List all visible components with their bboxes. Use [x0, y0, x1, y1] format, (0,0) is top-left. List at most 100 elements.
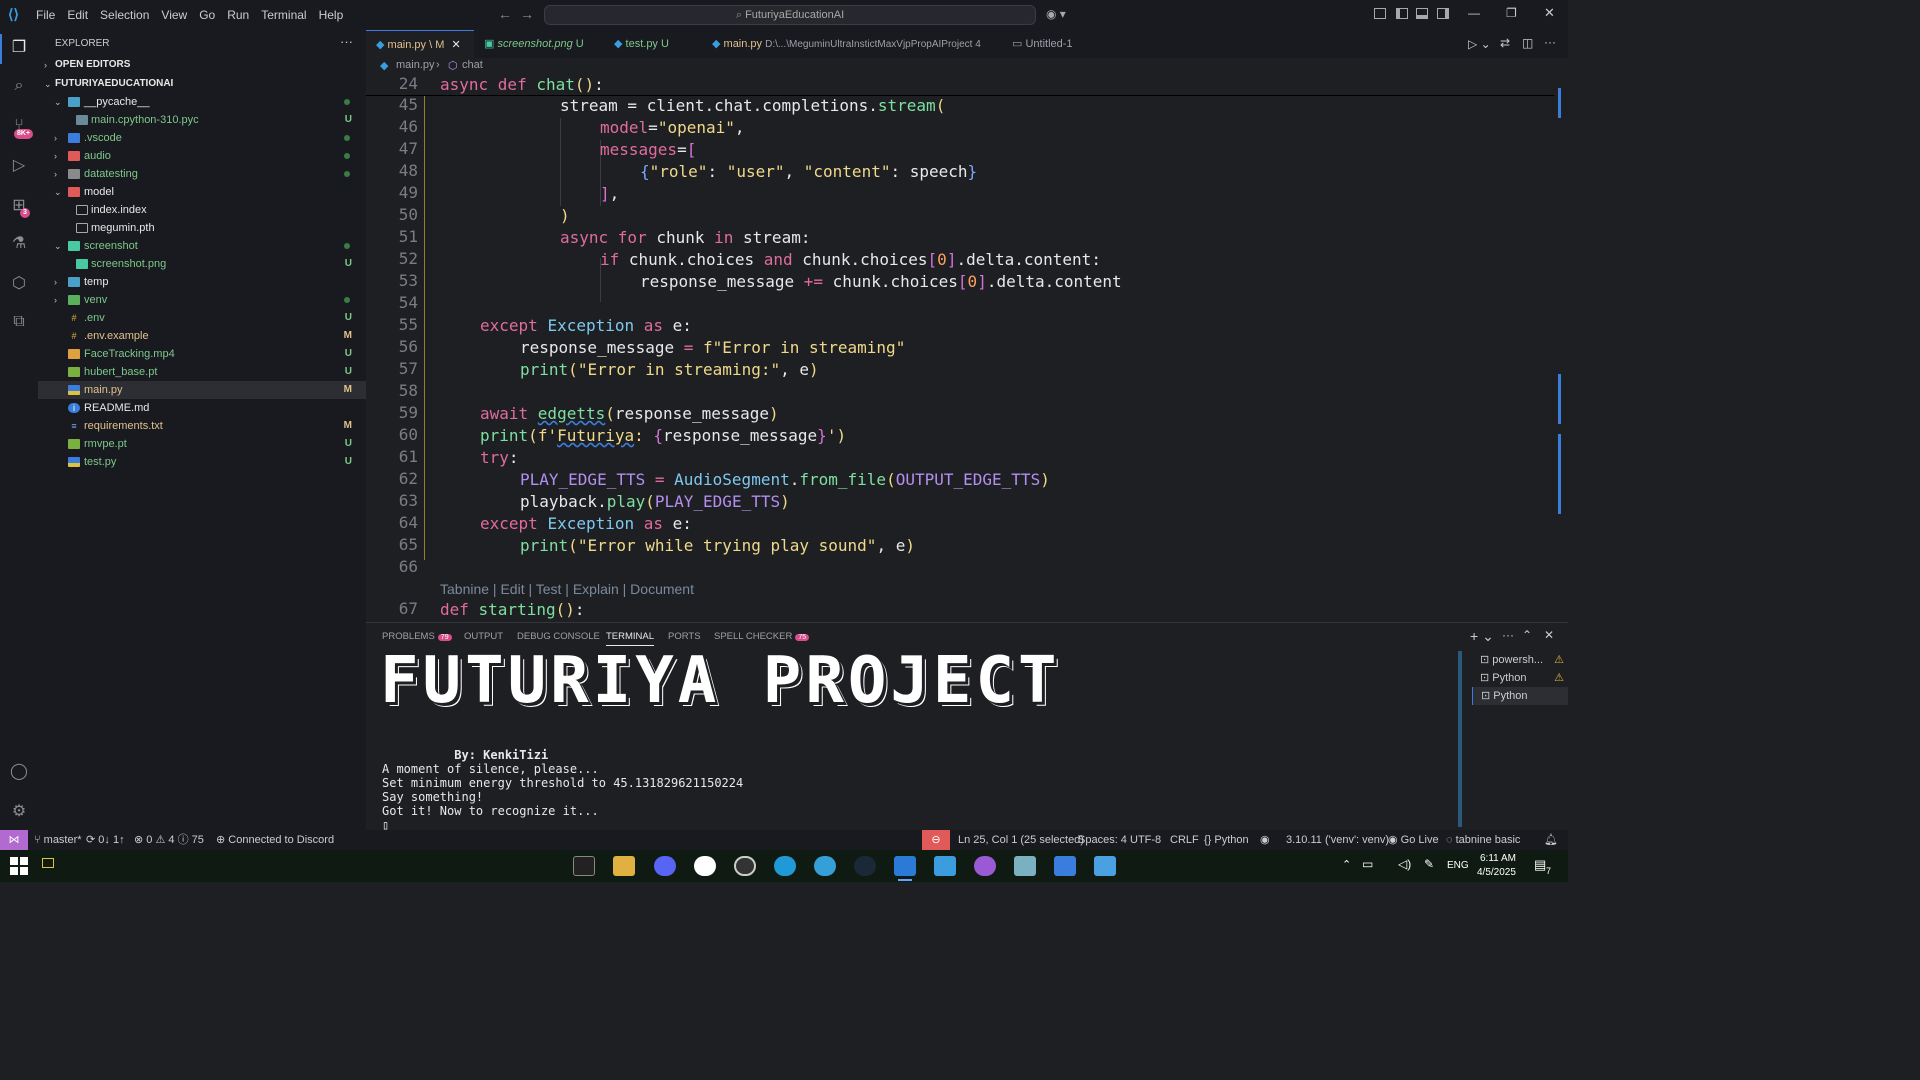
forward-arrow-icon[interactable]: → — [520, 6, 534, 22]
menu-go[interactable]: Go — [193, 0, 221, 30]
python-interpreter[interactable]: 3.10.11 ('venv': venv) — [1286, 830, 1389, 850]
tray-chevron-icon[interactable]: ⌃ — [1342, 858, 1351, 871]
copilot-status-icon[interactable]: ◉ — [1260, 830, 1270, 850]
clock-date[interactable]: 4/5/2025 — [1477, 867, 1516, 878]
command-center-search[interactable]: ⌕ FuturiyaEducationAI — [544, 5, 1036, 25]
tree-folder-audio[interactable]: › audio — [38, 147, 366, 165]
remote-desktop-icon[interactable] — [1054, 856, 1076, 876]
indentation[interactable]: Spaces: 4 — [1078, 830, 1127, 850]
tree-file-screenshot-png[interactable]: screenshot.png U — [38, 255, 366, 273]
code-editor[interactable]: 24 async def chat(): 45 stream = client.… — [366, 74, 1568, 622]
pen-icon[interactable]: ✎ — [1424, 857, 1434, 871]
testing-flask-icon[interactable]: ⚗ — [9, 234, 29, 254]
edge-beta-icon[interactable] — [814, 856, 836, 876]
accounts-icon[interactable]: ◯ — [9, 762, 29, 782]
toggle-secondary-layout-icon[interactable] — [1396, 8, 1408, 19]
terminal-scrollbar[interactable] — [1458, 651, 1462, 827]
terminal-app-icon[interactable] — [573, 856, 595, 876]
language-mode[interactable]: {} Python — [1204, 830, 1249, 850]
new-terminal-icon[interactable]: + ⌄ — [1470, 628, 1494, 645]
windows-start-icon[interactable] — [10, 857, 28, 875]
chat-app-icon[interactable] — [694, 856, 716, 876]
remote-indicator[interactable]: ⋈ — [0, 830, 28, 850]
tab-test-py[interactable]: ◆ test.py U — [604, 30, 696, 58]
taskbar-widget-icon[interactable] — [42, 858, 54, 868]
tree-file-main-py[interactable]: main.py M — [38, 381, 366, 399]
compare-changes-icon[interactable]: ⇄ — [1500, 36, 1510, 50]
search-icon[interactable]: ⌕ — [9, 76, 29, 96]
close-panel-icon[interactable]: ✕ — [1544, 628, 1554, 642]
tab-debug-console[interactable]: DEBUG CONSOLE — [517, 631, 600, 642]
line-ending[interactable]: CRLF — [1170, 830, 1199, 850]
layout-blocks-icon[interactable]: ⧉ — [9, 312, 29, 332]
more-actions-icon[interactable]: ··· — [1544, 35, 1556, 49]
git-branch[interactable]: ⑂ master* — [34, 830, 82, 850]
tab-terminal[interactable]: TERMINAL — [606, 631, 655, 646]
tree-file-requirements[interactable]: ≡ requirements.txt M — [38, 417, 366, 435]
tree-folder-pycache[interactable]: ⌄ __pycache__ — [38, 93, 366, 111]
tree-file-facetracking[interactable]: FaceTracking.mp4 U — [38, 345, 366, 363]
terminal-item-python[interactable]: ⊡ Python ⚠ — [1472, 669, 1568, 687]
edge-browser-icon[interactable] — [774, 856, 796, 876]
tree-file-hubert[interactable]: hubert_base.pt U — [38, 363, 366, 381]
minimize-window-icon[interactable]: — — [1468, 6, 1480, 20]
discord-status[interactable]: ⊕ Connected to Discord — [216, 830, 334, 850]
tree-folder-vscode[interactable]: › .vscode — [38, 129, 366, 147]
go-live[interactable]: ◉ Go Live — [1388, 830, 1439, 850]
tab-untitled[interactable]: ▭ Untitled-1 — [1002, 30, 1102, 58]
restore-window-icon[interactable]: ❐ — [1506, 6, 1517, 20]
close-window-icon[interactable]: ✕ — [1544, 5, 1555, 21]
menu-edit[interactable]: Edit — [61, 0, 94, 30]
crystal-app-icon[interactable] — [974, 856, 996, 876]
breadcrumb-file[interactable]: main.py — [396, 59, 435, 71]
split-editor-icon[interactable]: ◫ — [1522, 36, 1533, 50]
menu-file[interactable]: File — [30, 0, 61, 30]
open-editors-section[interactable]: › OPEN EDITORS — [38, 56, 366, 74]
menu-view[interactable]: View — [155, 0, 193, 30]
menu-run[interactable]: Run — [221, 0, 255, 30]
editor-scrollbar[interactable] — [1556, 74, 1568, 622]
menu-help[interactable]: Help — [313, 0, 350, 30]
steam-app-icon[interactable] — [854, 856, 876, 876]
terminal-item-python-active[interactable]: ⊡ Python — [1472, 687, 1568, 705]
settings-gear-icon[interactable]: ⚙ — [9, 802, 29, 822]
terminal-item-powershell[interactable]: ⊡ powersh... ⚠ — [1472, 651, 1568, 669]
back-arrow-icon[interactable]: ← — [498, 6, 512, 22]
run-debug-icon[interactable]: ▷ — [9, 156, 29, 176]
clock-time[interactable]: 6:11 AM — [1480, 853, 1516, 864]
menu-selection[interactable]: Selection — [94, 0, 155, 30]
network-icon[interactable]: ▭ — [1362, 857, 1373, 871]
more-actions-icon[interactable]: ··· — [1502, 628, 1514, 642]
project-root-section[interactable]: ⌄ FUTURIYAEDUCATIONAI — [38, 75, 366, 93]
notes-app-icon[interactable] — [1014, 856, 1036, 876]
codelens-actions[interactable]: Tabnine | Edit | Test | Explain | Docume… — [440, 581, 694, 597]
tree-folder-model[interactable]: ⌄ model — [38, 183, 366, 201]
tree-folder-screenshot[interactable]: ⌄ screenshot — [38, 237, 366, 255]
notification-center-icon[interactable]: ▤ — [1534, 857, 1546, 873]
breadcrumb-symbol[interactable]: chat — [462, 59, 483, 71]
tree-folder-datatesting[interactable]: › datatesting — [38, 165, 366, 183]
tree-file-megumin[interactable]: megumin.pth — [38, 219, 366, 237]
copilot-icon[interactable]: ◉ ▾ — [1046, 7, 1066, 21]
maximize-panel-icon[interactable]: ⌃ — [1522, 628, 1532, 642]
tree-file-test-py[interactable]: test.py U — [38, 453, 366, 471]
tab-output[interactable]: OUTPUT — [464, 631, 503, 642]
tree-folder-temp[interactable]: › temp — [38, 273, 366, 291]
tree-file-env[interactable]: # .env U — [38, 309, 366, 327]
encoding[interactable]: UTF-8 — [1130, 830, 1161, 850]
toggle-primary-sidebar-icon[interactable] — [1374, 8, 1386, 19]
tab-ports[interactable]: PORTS — [668, 631, 701, 642]
discord-app-icon[interactable] — [654, 856, 676, 876]
tree-file-env-example[interactable]: # .env.example M — [38, 327, 366, 345]
tab-screenshot-png[interactable]: ▣ screenshot.png U — [476, 30, 600, 58]
close-icon[interactable]: ✕ — [451, 39, 460, 51]
git-sync[interactable]: ⟳ 0↓ 1↑ — [86, 830, 125, 850]
cursor-position[interactable]: Ln 25, Col 1 (25 selected) — [958, 830, 1084, 850]
run-python-icon[interactable]: ▷ ⌄ — [1468, 37, 1491, 51]
tab-main-py[interactable]: ◆ main.py \ M ✕ — [366, 30, 474, 58]
tree-folder-venv[interactable]: › venv — [38, 291, 366, 309]
tabnine-status[interactable]: ◌ tabnine basic — [1446, 830, 1520, 850]
problems-summary[interactable]: ⊗ 0 ⚠ 4 ⓘ 75 — [134, 830, 204, 850]
paint-app-icon[interactable] — [1094, 856, 1116, 876]
azure-app-icon[interactable] — [934, 856, 956, 876]
